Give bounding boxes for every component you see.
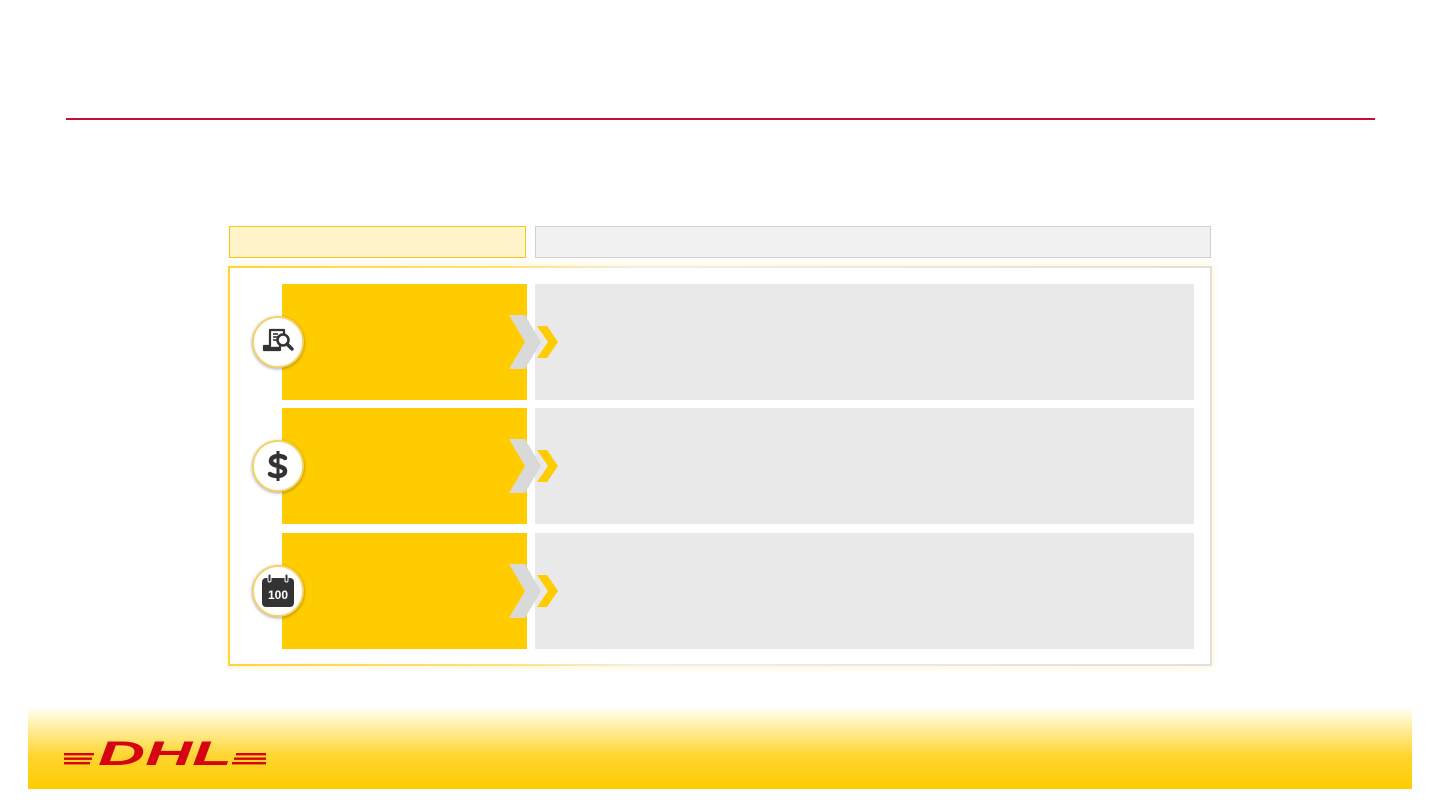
svg-text:100: 100	[268, 588, 288, 602]
row-label-box	[282, 408, 527, 524]
list-item	[252, 408, 1194, 524]
chevron-right-icon	[509, 564, 558, 618]
dhl-logo: DHL	[64, 739, 266, 767]
chevron-right-icon	[509, 439, 558, 493]
row-description-box	[535, 533, 1194, 649]
list-item: 100	[252, 533, 1194, 649]
row-label-box	[282, 533, 527, 649]
document-search-icon	[252, 316, 304, 368]
row-label-box	[282, 284, 527, 400]
row-description-box	[535, 284, 1194, 400]
chevron-right-icon	[509, 315, 558, 369]
row-description-box	[535, 408, 1194, 524]
calendar-100-icon: 100	[252, 565, 304, 617]
column-header-right	[535, 226, 1211, 258]
title-divider	[66, 118, 1375, 120]
dollar-icon	[252, 440, 304, 492]
column-header-left	[229, 226, 526, 258]
list-item	[252, 284, 1194, 400]
logo-text: DHL	[98, 739, 232, 767]
